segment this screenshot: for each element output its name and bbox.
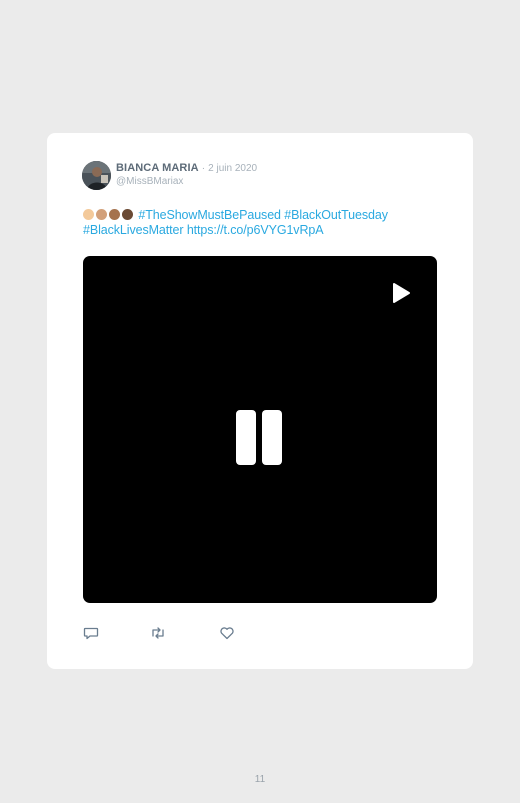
page-number: 11 [254,774,266,785]
play-icon[interactable] [391,282,411,304]
retweet-icon[interactable] [150,625,166,641]
tweet-card: BIANCA MARIA · 2 juin 2020 @MissBMariax … [47,133,473,669]
hashtag-blackouttuesday[interactable]: #BlackOutTuesday [284,208,388,222]
video-player[interactable] [83,256,437,603]
tweet-link[interactable]: https://t.co/p6VYG1vRpA [187,223,324,237]
tweet-date[interactable]: 2 juin 2020 [208,163,257,174]
hashtag-theshowmustbepaused[interactable]: #TheShowMustBePaused [138,208,281,222]
author-name[interactable]: BIANCA MARIA [116,162,199,174]
separator: · [201,163,206,174]
emoji-group [83,208,138,222]
author-handle[interactable]: @MissBMariax [116,176,183,187]
like-icon[interactable] [219,625,235,641]
pause-icon[interactable] [235,408,285,468]
raised-fist-medium-light-icon [96,209,107,220]
raised-fist-light-icon [83,209,94,220]
author-line: BIANCA MARIA · 2 juin 2020 [116,162,257,175]
raised-fist-dark-icon [122,209,133,220]
hashtag-blacklivesmatter[interactable]: #BlackLivesMatter [83,223,184,237]
avatar[interactable] [82,161,111,190]
tweet-text: #TheShowMustBePaused #BlackOutTuesday #B… [83,208,443,238]
reply-icon[interactable] [83,625,99,641]
raised-fist-medium-dark-icon [109,209,120,220]
avatar-image [82,161,111,190]
